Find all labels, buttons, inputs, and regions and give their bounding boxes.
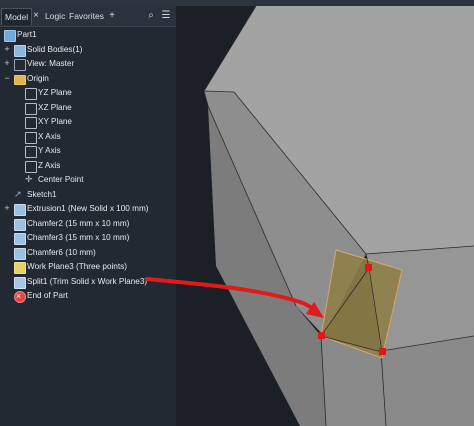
axis-icon — [25, 160, 37, 173]
view-icon — [14, 59, 26, 71]
inventor-window: Model × Logic Favorites + ⌕ ☰ Part1 + So… — [0, 0, 474, 426]
tree-item-label: YZ Plane — [38, 88, 72, 97]
tree-item-center-point[interactable]: Center Point — [0, 172, 176, 187]
extrusion-icon — [14, 204, 26, 216]
tree-item-label: Work Plane3 (Three points) — [27, 262, 127, 271]
tree-item-label: Extrusion1 (New Solid x 100 mm) — [27, 204, 149, 213]
tree-item-label: Chamfer2 (15 mm x 10 mm) — [27, 218, 130, 228]
axis-icon — [25, 131, 37, 144]
chamfer-icon — [14, 218, 26, 231]
search-icon[interactable]: ⌕ — [145, 9, 157, 23]
tree-item-label: Chamfer6 (10 mm) — [27, 247, 96, 257]
browser-tab-bar: Model × Logic Favorites + ⌕ ☰ — [0, 6, 176, 27]
tree-item-chamfer6[interactable]: Chamfer6 (10 mm) — [0, 246, 176, 260]
work-point-1[interactable] — [365, 264, 372, 271]
tree-item-label: Sketch1 — [27, 189, 57, 199]
expand-icon[interactable]: + — [3, 202, 11, 216]
chamfer-icon — [14, 247, 26, 260]
tree-item-label: Origin — [27, 73, 49, 83]
tree-item-z-axis[interactable]: Z Axis — [0, 159, 176, 173]
tree-item-solid-bodies[interactable]: + Solid Bodies(1) — [0, 43, 176, 57]
tab-label: Model — [5, 12, 29, 22]
tree-item-label: Solid Bodies(1) — [27, 44, 83, 54]
graphics-viewport[interactable] — [176, 6, 474, 426]
end-of-part-icon — [14, 289, 26, 303]
tree-item-label: Z Axis — [38, 160, 61, 170]
tree-item-label: Part1 — [17, 30, 37, 39]
tree-item-part1[interactable]: Part1 — [0, 28, 176, 42]
point-icon — [25, 172, 35, 186]
tab-model[interactable]: Model — [1, 8, 33, 25]
tree-item-label: XY Plane — [38, 117, 72, 126]
folder-icon — [14, 74, 26, 85]
tree-item-label: XZ Plane — [38, 102, 72, 112]
model-browser-panel: Model × Logic Favorites + ⌕ ☰ Part1 + So… — [0, 6, 176, 426]
tree-item-label: End of Part — [27, 291, 68, 300]
axis-icon — [25, 146, 37, 158]
tab-logic[interactable]: Logic — [45, 8, 65, 24]
tree-item-y-axis[interactable]: Y Axis — [0, 144, 176, 158]
model-front-face — [321, 336, 474, 426]
tree-item-view-master[interactable]: + View: Master — [0, 57, 176, 71]
tree-item-label: Chamfer3 (15 mm x 10 mm) — [27, 233, 130, 242]
tree-item-split1[interactable]: Split1 (Trim Solid x Work Plane3) — [0, 275, 176, 289]
split-icon — [14, 276, 26, 289]
plane-icon — [25, 117, 37, 129]
tab-label: Favorites — [69, 11, 104, 21]
solid-bodies-icon — [14, 44, 26, 57]
add-tab-icon[interactable]: + — [107, 9, 117, 23]
tab-favorites[interactable]: Favorites — [69, 8, 104, 24]
menu-icon[interactable]: ☰ — [160, 9, 172, 23]
model-view-svg — [176, 6, 474, 426]
plane-icon — [25, 102, 37, 115]
sketch-icon — [14, 187, 24, 201]
work-point-2[interactable] — [318, 332, 325, 339]
tab-label: Logic — [45, 11, 66, 21]
work-plane-icon — [14, 262, 26, 274]
tree-item-sketch1[interactable]: Sketch1 — [0, 187, 176, 202]
tree-item-label: Split1 (Trim Solid x Work Plane3) — [27, 276, 148, 286]
plane-icon — [25, 88, 37, 100]
tree-item-x-axis[interactable]: X Axis — [0, 130, 176, 144]
work-point-3[interactable] — [379, 348, 386, 355]
tree-item-xz-plane[interactable]: XZ Plane — [0, 101, 176, 115]
tree-item-chamfer3[interactable]: Chamfer3 (15 mm x 10 mm) — [0, 231, 176, 245]
part-icon — [4, 30, 16, 42]
tree-item-origin[interactable]: − Origin — [0, 72, 176, 86]
close-tab-icon[interactable]: × — [31, 9, 41, 23]
tree-item-xy-plane[interactable]: XY Plane — [0, 115, 176, 129]
tree-item-extrusion1[interactable]: + Extrusion1 (New Solid x 100 mm) — [0, 202, 176, 216]
expand-icon[interactable]: + — [3, 43, 11, 57]
tree-item-end-of-part[interactable]: End of Part — [0, 289, 176, 303]
tree-item-label: View: Master — [27, 59, 75, 68]
collapse-icon[interactable]: − — [3, 72, 11, 86]
tree-item-label: Y Axis — [38, 146, 61, 155]
expand-icon[interactable]: + — [3, 57, 11, 71]
tree-item-label: Center Point — [38, 175, 84, 184]
tree-item-yz-plane[interactable]: YZ Plane — [0, 86, 176, 100]
tree-item-label: X Axis — [38, 131, 61, 141]
tree-item-work-plane3[interactable]: Work Plane3 (Three points) — [0, 260, 176, 274]
tree-item-chamfer2[interactable]: Chamfer2 (15 mm x 10 mm) — [0, 217, 176, 231]
chamfer-icon — [14, 233, 26, 245]
